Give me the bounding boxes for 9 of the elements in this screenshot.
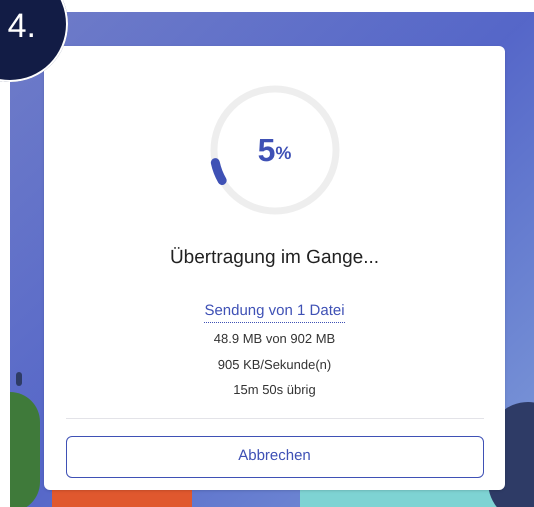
progress-value: 5: [258, 131, 276, 170]
cancel-button[interactable]: Abbrechen: [66, 436, 484, 478]
transfer-detail: 15m 50s übrig: [233, 381, 316, 399]
transfer-detail: 905 KB/Sekunde(n): [218, 356, 332, 374]
percent-sign: %: [275, 142, 292, 164]
transfer-detail: 48.9 MB von 902 MB: [214, 330, 336, 348]
dash-mark: [16, 372, 22, 386]
file-count-link[interactable]: Sendung von 1 Datei: [204, 300, 345, 323]
transfer-title: Übertragung im Gange...: [170, 246, 380, 270]
